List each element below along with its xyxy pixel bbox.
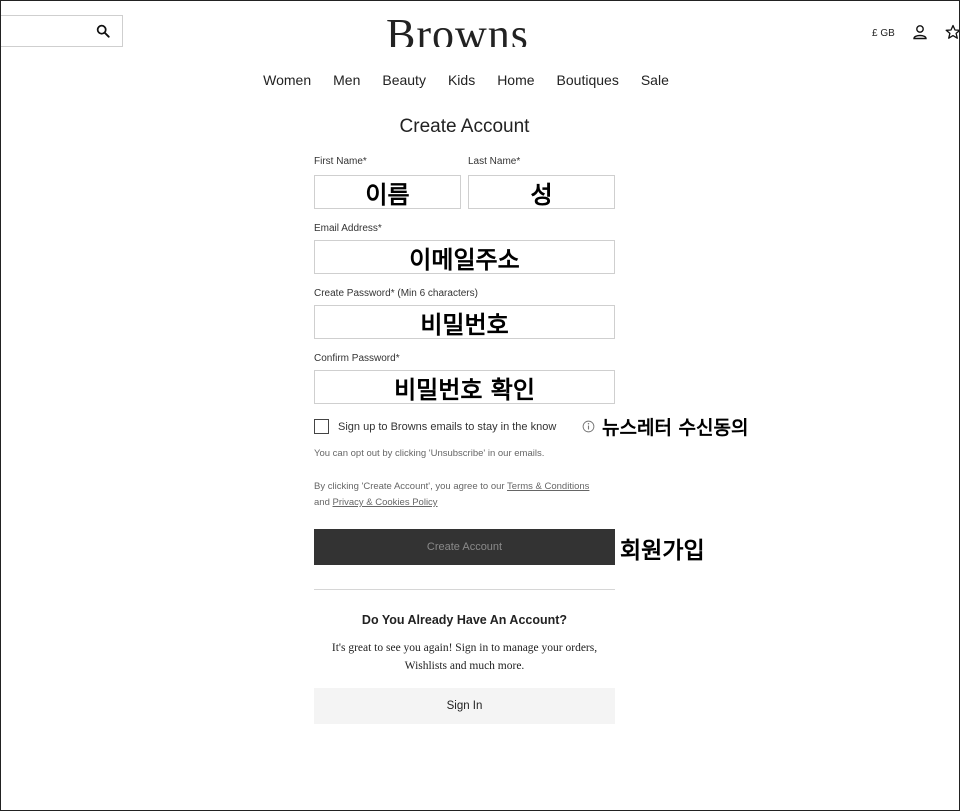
have-account-desc-line1: It's great to see you again! Sign in to …	[331, 642, 598, 654]
wishlist-star-icon[interactable]	[945, 24, 960, 40]
have-account-desc-line2: Wishlists and much more.	[404, 660, 525, 672]
signup-annotation: 회원가입	[620, 538, 705, 564]
page-title: Create Account	[399, 116, 530, 137]
have-account-heading: Do You Already Have An Account?	[361, 613, 568, 627]
agree-prefix: By clicking 'Create Account', you agree …	[314, 481, 508, 492]
newsletter-label[interactable]: Sign up to Browns emails to stay in the …	[338, 421, 556, 433]
have-account-description: It's great to see you again! Sign in to …	[314, 639, 615, 675]
divider	[314, 589, 615, 590]
region-selector[interactable]: £ GB	[872, 28, 895, 39]
nav-item-sale[interactable]: Sale	[630, 71, 680, 89]
confirm-password-field[interactable]: 비밀번호 확인	[314, 370, 615, 404]
brand-logo[interactable]: Browns	[386, 5, 546, 47]
and-text: and	[314, 497, 333, 508]
email-field[interactable]: 이메일주소	[314, 240, 615, 274]
main-nav: Women Men Beauty Kids Home Boutiques Sal…	[1, 71, 931, 89]
agree-text: By clicking 'Create Account', you agree …	[314, 481, 589, 492]
info-icon[interactable]	[582, 420, 595, 433]
agree-text-line2: and Privacy & Cookies Policy	[314, 497, 438, 508]
nav-item-home[interactable]: Home	[486, 71, 545, 89]
search-icon[interactable]	[96, 24, 110, 38]
create-account-button[interactable]: Create Account	[314, 529, 615, 565]
first-name-field[interactable]: 이름	[314, 175, 461, 209]
nav-item-women[interactable]: Women	[252, 71, 322, 89]
newsletter-checkbox[interactable]	[314, 419, 329, 434]
password-field[interactable]: 비밀번호	[314, 305, 615, 339]
account-icon[interactable]	[912, 24, 928, 40]
nav-item-kids[interactable]: Kids	[437, 71, 486, 89]
last-name-label: Last Name*	[468, 156, 521, 167]
nav-item-boutiques[interactable]: Boutiques	[546, 71, 630, 89]
nav-item-men[interactable]: Men	[322, 71, 371, 89]
first-name-label: First Name*	[314, 156, 367, 167]
sign-in-button[interactable]: Sign In	[314, 688, 615, 724]
last-name-field[interactable]: 성	[468, 175, 615, 209]
password-label: Create Password* (Min 6 characters)	[314, 288, 478, 299]
opt-out-text: You can opt out by clicking 'Unsubscribe…	[314, 448, 545, 459]
privacy-link[interactable]: Privacy & Cookies Policy	[333, 497, 438, 508]
nav-item-beauty[interactable]: Beauty	[371, 71, 437, 89]
search-input[interactable]	[1, 15, 123, 47]
newsletter-annotation: 뉴스레터 수신동의	[602, 417, 749, 439]
email-label: Email Address*	[314, 223, 382, 234]
terms-link[interactable]: Terms & Conditions	[507, 481, 589, 492]
page-frame: Browns £ GB Women Men Beauty Kids Home B…	[0, 0, 960, 811]
confirm-password-label: Confirm Password*	[314, 353, 400, 364]
